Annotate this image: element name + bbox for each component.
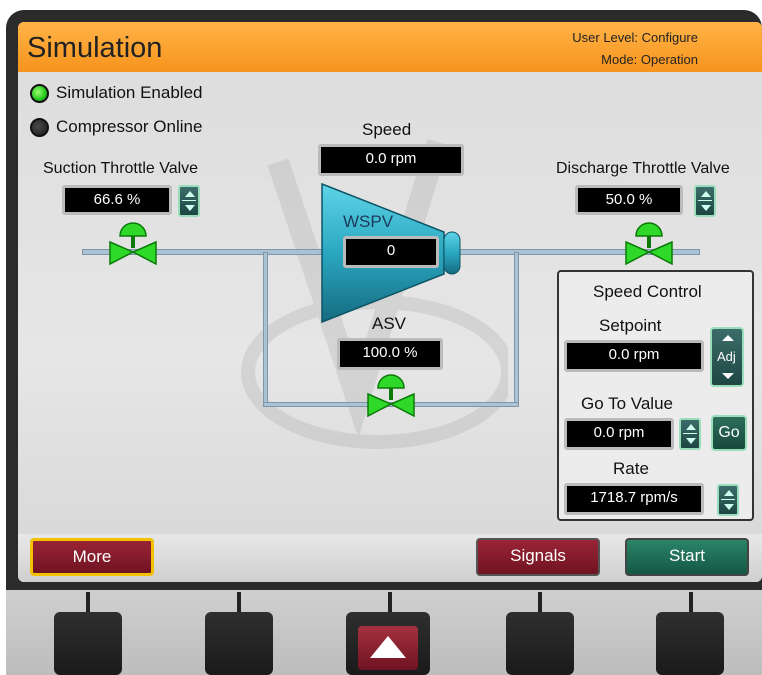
recycle-left-pipe (263, 252, 268, 407)
hw-stem-2 (237, 592, 241, 612)
hw-stem-3 (388, 592, 392, 612)
speed-value: 0.0 rpm (318, 144, 464, 176)
setpoint-value: 0.0 rpm (564, 340, 704, 372)
up-arrow-icon (358, 626, 418, 670)
screen: Simulation User Level: Configure Mode: O… (18, 22, 762, 582)
speed-control-panel: Speed Control Setpoint 0.0 rpm Adj Go To… (557, 270, 754, 521)
hardware-softkey-2[interactable] (205, 612, 273, 675)
discharge-throttle-value: 50.0 % (575, 185, 683, 215)
more-button[interactable]: More (30, 538, 154, 576)
compressor-online-label: Compressor Online (56, 117, 203, 136)
go-button[interactable]: Go (711, 415, 747, 451)
hardware-softkey-4[interactable] (506, 612, 574, 675)
hardware-softkey-5[interactable] (656, 612, 724, 675)
go-to-value-input[interactable]: 0.0 rpm (564, 418, 674, 450)
asv-label: ASV (372, 314, 407, 333)
discharge-valve-icon[interactable] (624, 220, 674, 268)
page-title: Simulation (27, 32, 163, 64)
simulation-enabled-indicator (30, 84, 49, 103)
wspv-value: 0 (343, 236, 439, 268)
go-to-value-stepper[interactable] (679, 418, 701, 450)
discharge-stepper[interactable] (694, 185, 716, 217)
speed-label: Speed (362, 120, 412, 139)
adj-down-icon (722, 373, 734, 379)
hw-stem-1 (86, 592, 90, 612)
suction-valve-icon[interactable] (108, 220, 158, 268)
simulation-enabled-label: Simulation Enabled (56, 83, 203, 102)
go-to-value-label: Go To Value (581, 394, 673, 413)
hardware-softkey-up[interactable] (346, 612, 430, 675)
rate-stepper[interactable] (717, 484, 739, 516)
user-level: User Level: Configure (572, 30, 698, 45)
hw-stem-5 (689, 592, 693, 612)
wspv-label: WSPV (343, 212, 394, 231)
speed-control-title: Speed Control (593, 282, 702, 301)
title-bar: Simulation User Level: Configure Mode: O… (18, 22, 762, 72)
recycle-right-pipe (514, 252, 519, 407)
suction-throttle-value: 66.6 % (62, 185, 172, 215)
mode: Mode: Operation (601, 52, 698, 67)
start-button[interactable]: Start (625, 538, 749, 576)
suction-stepper[interactable] (178, 185, 200, 217)
discharge-throttle-label: Discharge Throttle Valve (556, 160, 730, 177)
adj-button[interactable]: Adj (710, 327, 744, 387)
setpoint-label: Setpoint (599, 316, 662, 335)
asv-value: 100.0 % (337, 338, 443, 370)
hardware-softkey-1[interactable] (54, 612, 122, 675)
adj-label: Adj (717, 349, 736, 364)
hw-stem-4 (538, 592, 542, 612)
signals-button[interactable]: Signals (476, 538, 600, 576)
asv-valve-icon[interactable] (366, 372, 416, 420)
rate-label: Rate (613, 459, 649, 478)
rate-input[interactable]: 1718.7 rpm/s (564, 483, 704, 515)
suction-throttle-label: Suction Throttle Valve (43, 160, 199, 177)
compressor-online-indicator (30, 118, 49, 137)
adj-up-icon (722, 335, 734, 341)
